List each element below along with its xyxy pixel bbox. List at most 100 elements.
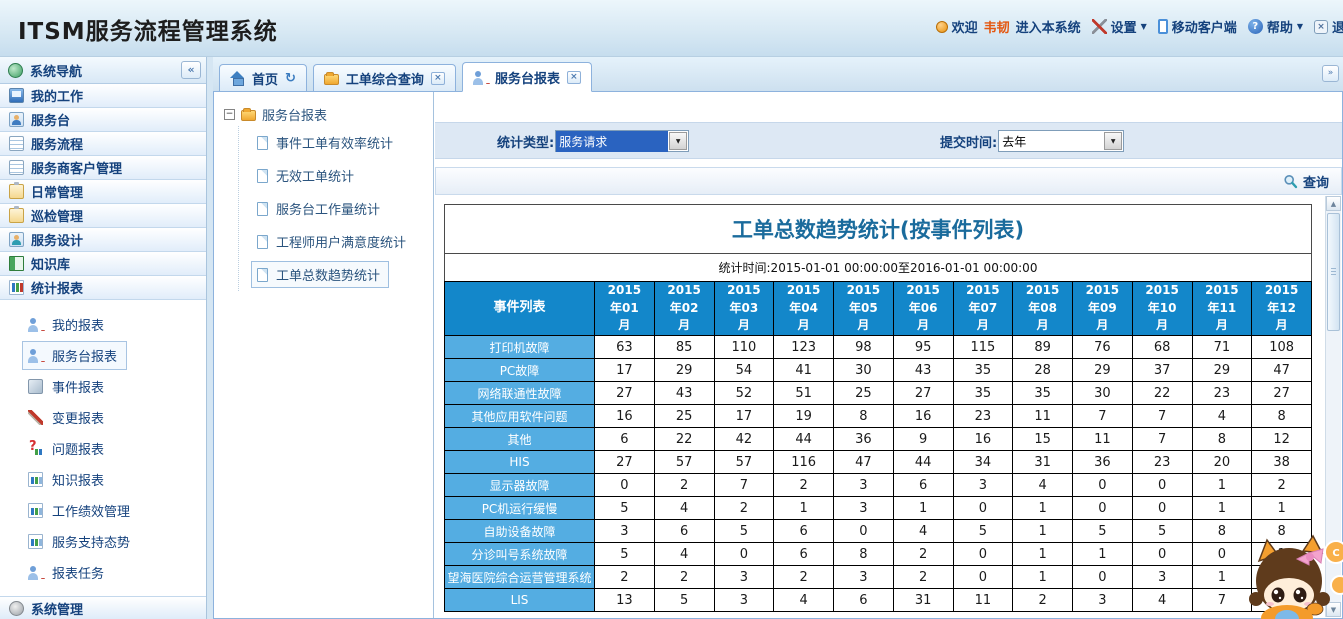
value-cell: 7 (1073, 405, 1133, 428)
value-cell: 27 (893, 382, 953, 405)
value-cell: 0 (1132, 474, 1192, 497)
submenu-item-2[interactable]: 事件报表 (0, 371, 206, 402)
userchart-icon (28, 317, 43, 332)
tree-item-3[interactable]: 工程师用户满意度统计 (239, 225, 433, 258)
userchart-icon (28, 565, 43, 580)
value-cell: 1 (1073, 543, 1133, 566)
value-cell: 15 (1013, 428, 1073, 451)
tab-label: 首页 (252, 69, 278, 88)
tree-item-label: 事件工单有效率统计 (276, 133, 393, 152)
scroll-down-icon[interactable]: ▼ (1326, 602, 1341, 617)
tree-item-0[interactable]: 事件工单有效率统计 (239, 126, 433, 159)
value-cell: 16 (893, 405, 953, 428)
value-cell: 29 (1073, 359, 1133, 382)
clip-icon (9, 208, 24, 223)
pen-icon (28, 410, 43, 425)
table-row: 其他62242443691615117812 (445, 428, 1312, 451)
value-cell: 1 (893, 497, 953, 520)
submenu-item-label: 服务支持态势 (52, 532, 130, 551)
submenu-item-1[interactable]: 服务台报表 (0, 340, 206, 371)
dropdown-arrow-icon[interactable]: ▼ (669, 132, 687, 150)
submenu-item-6[interactable]: 工作绩效管理 (0, 495, 206, 526)
folder-icon (324, 74, 339, 85)
mouse-icon (28, 379, 43, 394)
value-cell: 22 (654, 428, 714, 451)
value-cell: 2 (654, 474, 714, 497)
stat-type-field: 统计类型: 服务请求 ▼ (497, 130, 689, 152)
value-cell: 2 (774, 474, 834, 497)
month-header: 2015 年04 月 (774, 282, 834, 336)
sidebar-item-label: 我的工作 (31, 86, 83, 105)
scrollbar-thumb[interactable] (1327, 213, 1340, 331)
value-cell: 8 (1252, 520, 1312, 543)
value-cell: 28 (1013, 359, 1073, 382)
sidebar-collapse-button[interactable]: « (181, 61, 201, 79)
value-cell: 7 (1192, 589, 1252, 612)
dropdown-arrow-icon[interactable]: ▼ (1104, 132, 1122, 150)
submenu-item-8[interactable]: 报表任务 (0, 557, 206, 588)
value-cell: 27 (595, 382, 655, 405)
sidebar-item-6[interactable]: 服务设计 (0, 228, 206, 252)
tab-close-icon[interactable]: × (567, 71, 581, 84)
userchart-icon (28, 348, 43, 363)
refresh-icon[interactable]: ↻ (285, 72, 296, 85)
value-cell: 6 (595, 428, 655, 451)
sidebar-item-7[interactable]: 知识库 (0, 252, 206, 276)
value-cell: 3 (714, 589, 774, 612)
scroll-up-icon[interactable]: ▲ (1326, 196, 1341, 211)
submenu-item-4[interactable]: 问题报表 (0, 433, 206, 464)
sidebar-item-5[interactable]: 巡检管理 (0, 204, 206, 228)
sidebar-item-label: 统计报表 (31, 278, 83, 297)
sidebar-item-3[interactable]: 服务商客户管理 (0, 156, 206, 180)
sidebar-title: 系统导航 (30, 61, 82, 80)
value-cell: 2 (893, 566, 953, 589)
value-cell: 1 (1252, 543, 1312, 566)
settings-menu[interactable]: 设置 ▼ (1092, 17, 1147, 36)
table-row: LIS13534631112347 (445, 589, 1312, 612)
user-icon (9, 112, 24, 127)
tree-item-4[interactable]: 工单总数趋势统计 (239, 258, 433, 291)
tree-item-1[interactable]: 无效工单统计 (239, 159, 433, 192)
tab-2[interactable]: 服务台报表× (462, 62, 592, 92)
stat-type-value: 服务请求 (556, 131, 668, 152)
tab-overflow-button[interactable]: » (1322, 65, 1339, 82)
medal-icon (936, 21, 948, 33)
search-button[interactable]: 查询 (1283, 172, 1329, 191)
sidebar-item-2[interactable]: 服务流程 (0, 132, 206, 156)
value-cell: 23 (1132, 451, 1192, 474)
mobile-client-link[interactable]: 移动客户端 (1158, 17, 1237, 36)
tree-item-label: 服务台工作量统计 (276, 199, 380, 218)
value-cell: 7 (1132, 405, 1192, 428)
value-cell: 17 (595, 359, 655, 382)
sidebar-item-8[interactable]: 统计报表 (0, 276, 206, 300)
tree-item-2[interactable]: 服务台工作量统计 (239, 192, 433, 225)
page-icon (257, 235, 268, 249)
sidebar-item-4[interactable]: 日常管理 (0, 180, 206, 204)
collapse-expander-icon[interactable]: − (224, 109, 235, 120)
vertical-scrollbar[interactable]: ▲ ▼ (1325, 196, 1341, 617)
tab-0[interactable]: 首页 ↻ (219, 64, 307, 91)
value-cell (1252, 566, 1312, 589)
value-cell: 0 (1073, 497, 1133, 520)
exit-button[interactable]: × 退出 (1314, 17, 1343, 36)
tree-root[interactable]: − 服务台报表 (224, 105, 433, 124)
sidebar-item-1[interactable]: 服务台 (0, 108, 206, 132)
sidebar-item-0[interactable]: 我的工作 (0, 84, 206, 108)
submenu-item-5[interactable]: 知识报表 (0, 464, 206, 495)
username-link[interactable]: 韦韧 (984, 17, 1010, 36)
submenu-item-label: 知识报表 (52, 470, 104, 489)
value-cell: 51 (774, 382, 834, 405)
tab-1[interactable]: 工单综合查询× (313, 64, 456, 91)
submenu-item-7[interactable]: 服务支持态势 (0, 526, 206, 557)
tab-close-icon[interactable]: × (431, 72, 445, 85)
sidebar-item-system-management[interactable]: 系统管理 (0, 596, 206, 619)
table-row: 网络联通性故障274352512527353530222327 (445, 382, 1312, 405)
submit-time-select[interactable]: 去年 ▼ (998, 130, 1124, 152)
stat-type-select[interactable]: 服务请求 ▼ (555, 130, 689, 152)
submenu-item-0[interactable]: 我的报表 (0, 309, 206, 340)
submenu-item-3[interactable]: 变更报表 (0, 402, 206, 433)
value-cell: 1 (1013, 520, 1073, 543)
help-menu[interactable]: ? 帮助 ▼ (1248, 17, 1303, 36)
report-tree-panel: − 服务台报表 事件工单有效率统计无效工单统计服务台工作量统计工程师用户满意度统… (214, 92, 434, 618)
value-cell: 41 (774, 359, 834, 382)
